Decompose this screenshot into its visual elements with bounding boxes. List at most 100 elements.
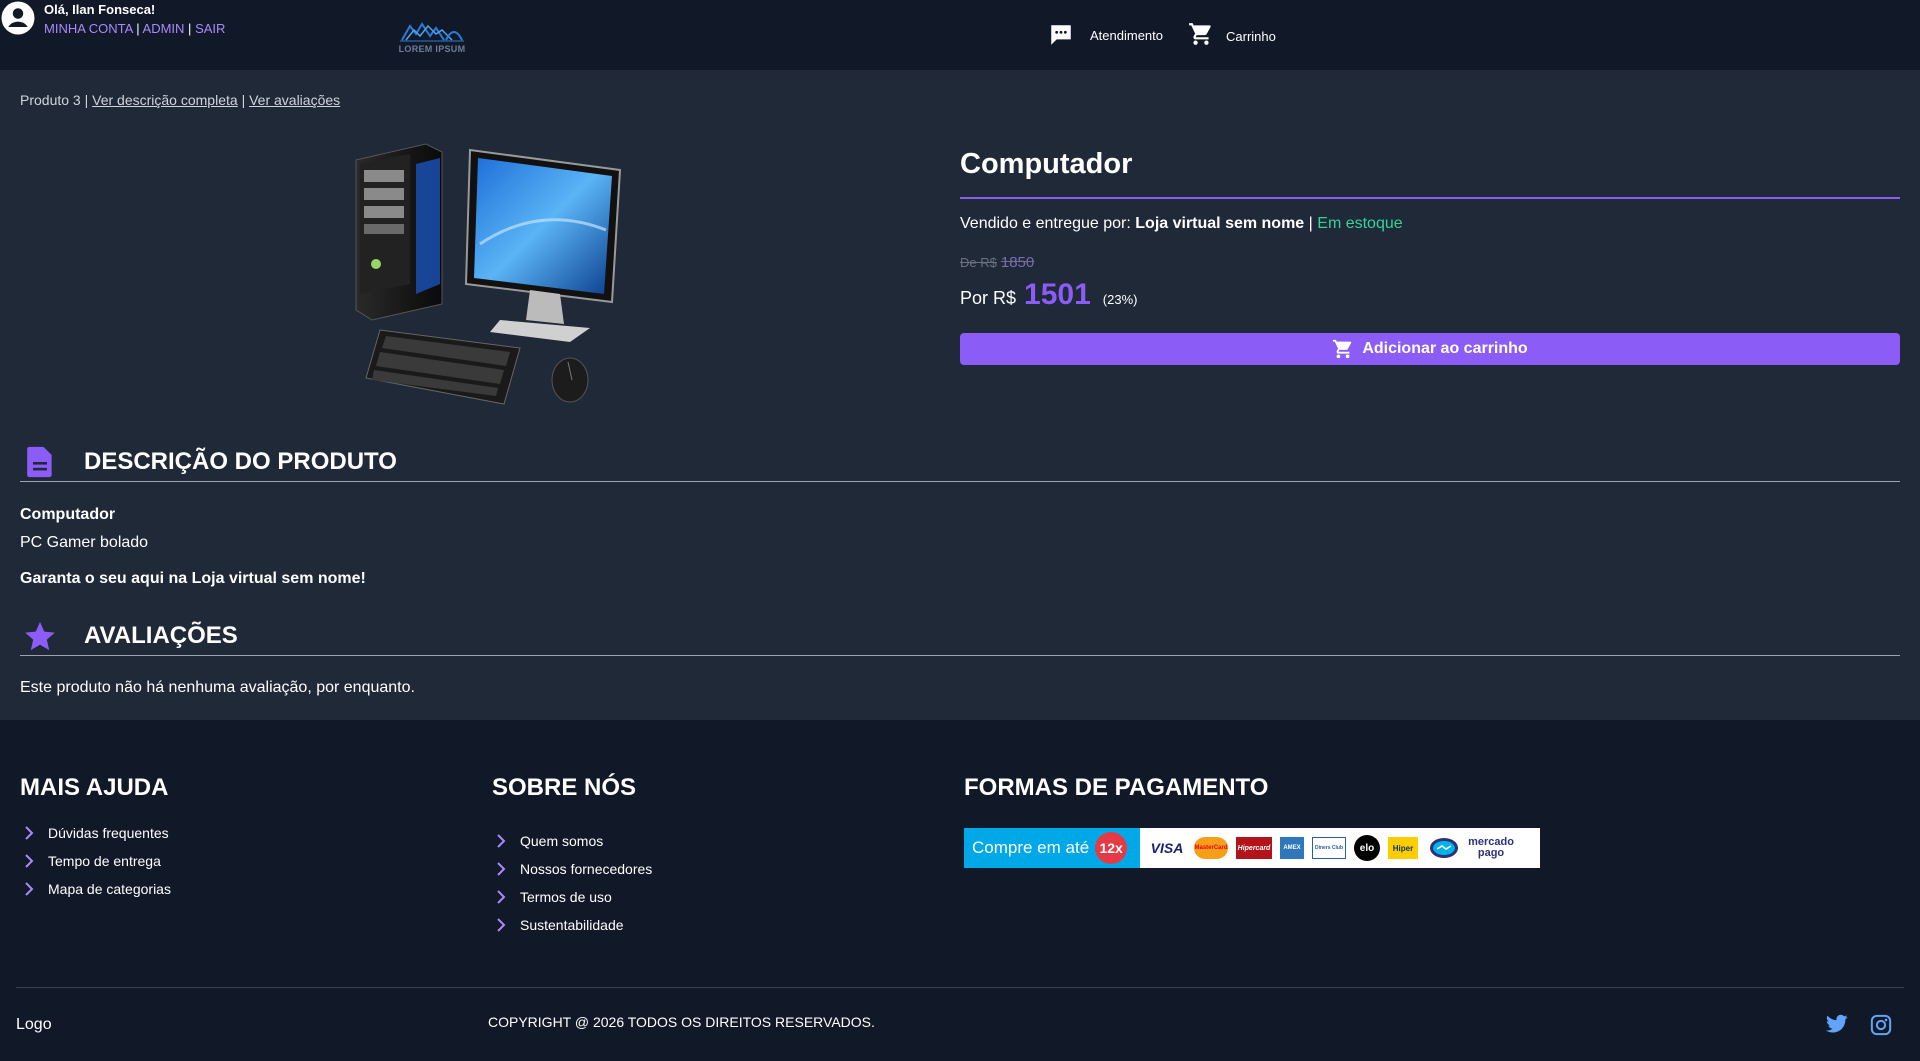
seller-name: Loja virtual sem nome: [1135, 215, 1305, 232]
chat-bubble-icon: [1051, 25, 1071, 45]
installments-badge: Compre em até 12x: [964, 828, 1140, 868]
hiper-logo: Hiper: [1388, 837, 1418, 859]
description-text: PC Gamer bolado: [20, 534, 149, 551]
description-product-name: Computador: [20, 506, 116, 523]
about-list: Quem somos Nossos fornecedores Termos de…: [496, 827, 652, 939]
separator: |: [188, 21, 192, 36]
about-title: SOBRE NÓS: [492, 774, 637, 801]
mercado-pago-text: mercado pago: [1468, 836, 1514, 859]
breadcrumb-current: Produto 3: [20, 92, 81, 108]
my-account-link[interactable]: MINHA CONTA: [44, 21, 133, 36]
mastercard-logo: MasterCard: [1194, 837, 1228, 859]
title-divider: [960, 197, 1900, 199]
top-header: LOREM IPSUM Atendimento Carrinho Olá, Il…: [0, 0, 1920, 70]
chevron-right-icon: [25, 826, 34, 840]
help-item-label: Tempo de entrega: [48, 853, 161, 869]
elo-logo: elo: [1354, 835, 1380, 861]
mercado-pago-logo: mercado pago: [1426, 837, 1522, 859]
help-item[interactable]: Tempo de entrega: [24, 847, 171, 875]
reviews-heading: AVALIAÇÕES: [84, 621, 238, 649]
payment-methods-banner: Compre em até 12x VISA MasterCard Hiperc…: [964, 828, 1540, 868]
no-reviews-text: Este produto não há nenhuma avaliação, p…: [20, 679, 415, 696]
installments-text: Compre em até: [972, 838, 1090, 857]
full-description-link[interactable]: Ver descrição completa: [92, 92, 238, 108]
footer: [0, 720, 1920, 1061]
footer-logo[interactable]: Logo: [16, 1016, 52, 1034]
document-icon: [27, 446, 52, 477]
copyright-text: COPYRIGHT @ 2026 TODOS OS DIREITOS RESER…: [488, 1014, 875, 1030]
reviews-section-header: AVALIAÇÕES: [20, 616, 1900, 656]
about-item-label: Nossos fornecedores: [520, 861, 653, 877]
cart-label: Carrinho: [1226, 28, 1276, 44]
add-to-cart-button[interactable]: Adicionar ao carrinho: [960, 333, 1900, 365]
support-label: Atendimento: [1090, 27, 1163, 43]
add-to-cart-label: Adicionar ao carrinho: [1362, 340, 1528, 357]
handshake-icon: [1430, 838, 1458, 858]
about-item-label: Sustentabilidade: [520, 917, 624, 933]
chevron-right-icon: [497, 890, 506, 904]
help-item-label: Mapa de categorias: [48, 881, 171, 897]
old-price-prefix: De R$: [960, 255, 997, 270]
about-item[interactable]: Nossos fornecedores: [496, 855, 652, 883]
diners-logo: Diners Club: [1312, 837, 1346, 859]
user-greeting: Olá, Ilan Fonseca!: [44, 2, 156, 17]
description-heading: DESCRIÇÃO DO PRODUTO: [84, 447, 397, 475]
visa-logo: VISA: [1150, 840, 1184, 856]
reviews-link[interactable]: Ver avaliações: [249, 92, 340, 108]
chevron-right-icon: [497, 918, 506, 932]
help-title: MAIS AJUDA: [20, 774, 169, 801]
about-item[interactable]: Termos de uso: [496, 883, 652, 911]
seller-info: Vendido e entregue por: Loja virtual sem…: [960, 215, 1403, 233]
help-item[interactable]: Mapa de categorias: [24, 875, 171, 903]
old-price: De R$ 1850: [960, 254, 1034, 271]
cart-icon: [1333, 339, 1352, 359]
user-menu: Olá, Ilan Fonseca! MINHA CONTA | ADMIN |…: [0, 0, 1920, 38]
about-item[interactable]: Sustentabilidade: [496, 911, 652, 939]
about-item-label: Termos de uso: [520, 889, 612, 905]
breadcrumb-separator: |: [241, 92, 246, 108]
instagram-icon: [1870, 1014, 1892, 1036]
amex-logo: AMEX: [1280, 837, 1304, 859]
cart-icon: [1189, 23, 1211, 45]
chevron-right-icon: [497, 834, 506, 848]
twitter-icon: [1826, 1014, 1848, 1033]
new-price: Por R$ 1501 (23%): [960, 278, 1137, 312]
product-image: [350, 134, 630, 414]
logout-link[interactable]: SAIR: [195, 21, 225, 36]
help-item-label: Dúvidas frequentes: [48, 825, 169, 841]
support-link[interactable]: Atendimento: [1048, 22, 1163, 48]
separator: |: [1308, 215, 1313, 232]
product-title: Computador: [960, 148, 1133, 180]
breadcrumb: Produto 3 | Ver descrição completa | Ver…: [20, 92, 340, 108]
help-list: Dúvidas frequentes Tempo de entrega Mapa…: [24, 819, 171, 903]
stock-status: Em estoque: [1317, 215, 1403, 232]
discount-percent: (23%): [1102, 292, 1138, 307]
about-item-label: Quem somos: [520, 833, 604, 849]
account-circle-icon: [1, 1, 35, 35]
breadcrumb-separator: |: [84, 92, 89, 108]
chevron-right-icon: [25, 882, 34, 896]
help-item[interactable]: Dúvidas frequentes: [24, 819, 171, 847]
footer-divider: [16, 987, 1904, 988]
instagram-link[interactable]: [1870, 1014, 1892, 1041]
description-section-header: DESCRIÇÃO DO PRODUTO: [20, 442, 1900, 482]
seller-prefix: Vendido e entregue por:: [960, 215, 1131, 232]
about-item[interactable]: Quem somos: [496, 827, 652, 855]
old-price-value: 1850: [1000, 254, 1035, 271]
description-tagline: Garanta o seu aqui na Loja virtual sem n…: [20, 570, 366, 587]
twitter-link[interactable]: [1826, 1014, 1848, 1039]
new-price-prefix: Por R$: [960, 288, 1017, 308]
hipercard-logo: Hipercard: [1236, 837, 1272, 859]
logo-mountains-icon: [400, 22, 464, 42]
installments-count: 12x: [1095, 832, 1128, 864]
site-logo[interactable]: LOREM IPSUM: [396, 18, 468, 58]
logo-text: LOREM IPSUM: [398, 44, 466, 54]
separator: |: [136, 21, 140, 36]
new-price-value: 1501: [1024, 278, 1091, 311]
computer-picture: [355, 143, 622, 405]
cart-link[interactable]: Carrinho: [1188, 21, 1276, 47]
payment-title: FORMAS DE PAGAMENTO: [964, 774, 1269, 801]
star-icon: [25, 621, 55, 650]
chevron-right-icon: [25, 854, 34, 868]
admin-link[interactable]: ADMIN: [143, 21, 185, 36]
